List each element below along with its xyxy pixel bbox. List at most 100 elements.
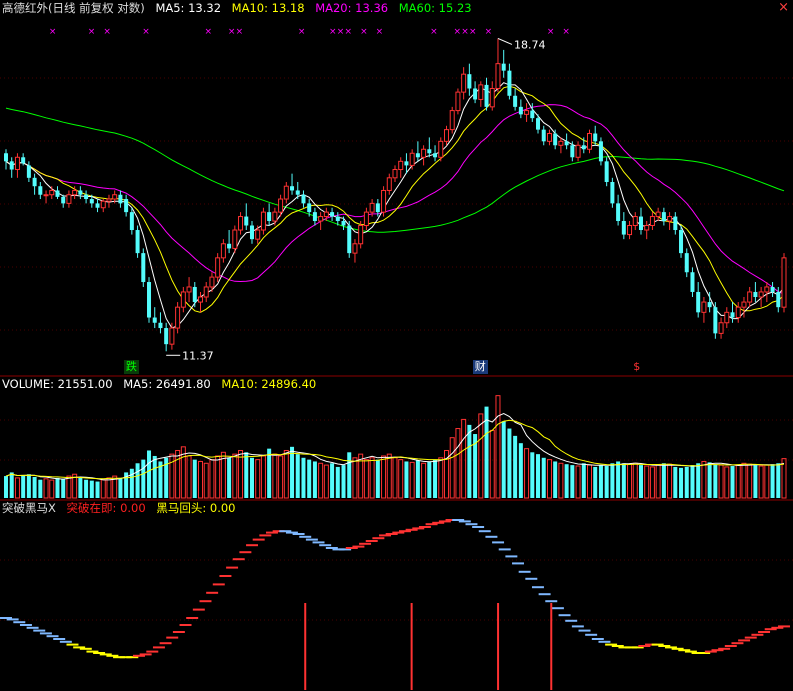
signal-cross: ×: [562, 27, 570, 37]
candle-body-down: [89, 199, 94, 204]
volume-bar-down: [415, 460, 420, 498]
candle-body-up: [255, 229, 261, 240]
volume-bar-up: [495, 395, 501, 499]
candle-body-down: [530, 110, 535, 119]
volume-bar-down: [530, 452, 535, 498]
candle-body-down: [541, 129, 546, 142]
candle-body-up: [386, 177, 392, 191]
volume-bar-down: [679, 467, 684, 498]
candle-body-up: [489, 87, 495, 108]
volume-bar-up: [718, 464, 724, 499]
volume-bar-down: [21, 475, 26, 498]
finance-marker[interactable]: 财: [472, 360, 488, 374]
candle-body-up: [546, 133, 552, 142]
volume-bar-down: [347, 452, 352, 498]
chart-canvas: × × × × × × × × × × × × × × × × × × × × 18.7411.37: [0, 27, 793, 690]
volume-bar-up: [255, 459, 261, 499]
candle-body-down: [690, 272, 695, 292]
signal-cross: ×: [345, 27, 353, 37]
candle-body-down: [124, 199, 129, 213]
volume-bar-up: [655, 464, 661, 499]
candle-body-up: [186, 286, 192, 293]
candle-body-up: [781, 257, 787, 308]
volume-bar-up: [438, 457, 444, 499]
volume-bar-down: [307, 459, 312, 498]
volume-bar-down: [61, 478, 66, 498]
volume-label: VOLUME: 21551.00: [2, 377, 113, 391]
candle-body-down: [713, 307, 718, 334]
candle-body-down: [341, 221, 346, 226]
candle-body-down: [38, 186, 43, 195]
candle-body-down: [673, 216, 678, 231]
volume-bar-down: [118, 477, 123, 498]
stock-title: 高德红外(日线 前复权 对数): [2, 1, 145, 15]
volume-bar-down: [330, 463, 335, 498]
ma20-label: MA20: 13.36: [315, 1, 389, 15]
volume-bar-down: [249, 457, 254, 498]
volume-bar-up: [369, 457, 375, 499]
volume-bar-up: [386, 453, 392, 499]
volume-bar-up: [323, 464, 329, 499]
candle-body-down: [473, 88, 478, 100]
ma10-label: MA10: 13.18: [231, 1, 305, 15]
candle-body-up: [238, 216, 244, 231]
volume-ma5-label: MA5: 26491.80: [123, 377, 211, 391]
candle-body-up: [644, 224, 650, 231]
candle-body-down: [32, 177, 37, 187]
dollar-marker[interactable]: $: [631, 360, 642, 374]
candle-body-up: [180, 291, 186, 308]
fall-marker[interactable]: 跌: [123, 360, 139, 374]
candle-body-up: [747, 291, 753, 303]
volume-bar-up: [735, 464, 741, 499]
candle-body-down: [307, 203, 312, 213]
volume-bar-up: [352, 457, 358, 499]
volume-bar-down: [427, 461, 432, 498]
candle-body-down: [375, 203, 380, 213]
signal-cross: ×: [205, 27, 213, 37]
signal-cross: ×: [453, 27, 461, 37]
candle-body-up: [627, 224, 633, 236]
volume-bar-down: [26, 474, 31, 498]
volume-bar-up: [169, 453, 175, 499]
candle-body-down: [295, 190, 300, 195]
candle-body-down: [330, 212, 335, 217]
volume-bar-up: [49, 479, 55, 499]
candle-body-down: [152, 317, 157, 323]
candle-body-up: [718, 322, 724, 334]
signal-cross: ×: [228, 27, 236, 37]
candle-body-down: [598, 141, 603, 162]
candle-body-up: [381, 189, 387, 213]
volume-bar-down: [661, 463, 666, 498]
volume-bar-down: [730, 466, 735, 498]
volume-bar-up: [489, 429, 495, 499]
close-icon[interactable]: ×: [778, 1, 789, 14]
volume-bar-up: [272, 453, 278, 499]
candle-body-down: [118, 194, 123, 204]
volume-bar-down: [55, 477, 60, 498]
indicator-series: [0, 519, 790, 690]
low-price-label: 11.37: [182, 349, 214, 362]
high-price-label: 18.74: [514, 38, 546, 51]
volume-bar-down: [312, 461, 317, 498]
candle-body-up: [197, 296, 204, 303]
signal-cross: ×: [376, 27, 384, 37]
volume-bar-down: [684, 466, 689, 498]
volume-bar-up: [43, 478, 49, 499]
volume-bar-down: [553, 461, 558, 498]
volume-bar-up: [283, 449, 289, 499]
candle-body-down: [129, 212, 134, 231]
volume-bar-up: [724, 466, 730, 499]
volume-bar-down: [513, 435, 518, 498]
volume-bar-up: [546, 459, 552, 499]
candle-body-down: [164, 328, 169, 345]
volume-bar-down: [192, 459, 197, 498]
high-pointer: [497, 37, 513, 45]
volume-bar-up: [238, 449, 244, 499]
candle-body-up: [72, 189, 78, 196]
candle-body-down: [427, 149, 432, 154]
candle-body-up: [272, 211, 278, 222]
volume-bar-down: [152, 455, 157, 498]
candle-body-up: [232, 229, 238, 249]
candle-body-up: [632, 216, 638, 226]
volume-bar-up: [524, 448, 530, 499]
